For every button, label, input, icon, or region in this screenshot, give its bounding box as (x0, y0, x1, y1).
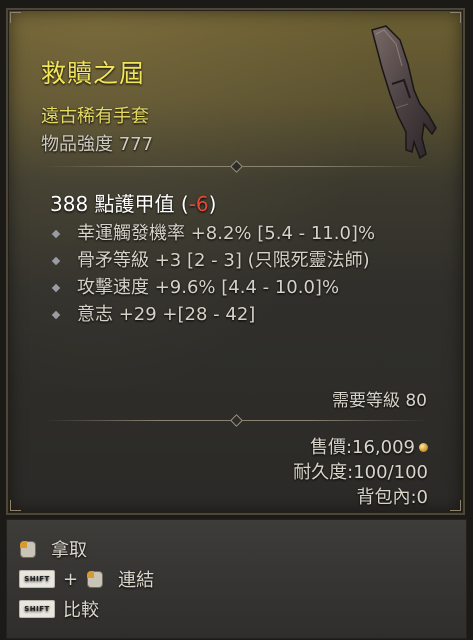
shift-key-icon: SHIFT (19, 570, 55, 588)
plus-sign: + (63, 568, 79, 590)
affix-text: 攻擊速度 +9.6% [4.4 - 10.0]% (77, 277, 340, 298)
armor-label: 點護甲值 (94, 192, 175, 216)
affix-item: 幸運觸發機率 +8.2% [5.4 - 11.0]% (50, 220, 430, 247)
item-power: 物品強度 777 (41, 130, 153, 156)
durability: 耐久度:100/100 (293, 462, 428, 483)
hint-link[interactable]: SHIFT + 連結 (19, 566, 154, 592)
sell-value-row: 售價:16,009 (293, 435, 428, 460)
frame-corner (10, 500, 21, 511)
item-meta: 售價:16,009 耐久度:100/100 背包內:0 (293, 435, 428, 510)
action-hint-panel: 拿取 SHIFT + 連結 SHIFT 比較 (6, 519, 467, 639)
section-divider (43, 160, 428, 173)
mouse-left-click-icon (19, 541, 37, 558)
frame-corner (450, 500, 461, 511)
hint-pickup-label: 拿取 (51, 540, 87, 561)
affix-text: 骨矛等級 +3 [2 - 3] (只限死靈法師) (77, 250, 370, 271)
affix-item: 骨矛等級 +3 [2 - 3] (只限死靈法師) (50, 247, 430, 274)
armor-value: 388 (50, 192, 89, 216)
frame-corner (450, 12, 461, 23)
affix-item: 意志 +29 +[28 - 42] (50, 301, 430, 328)
diamond-bullet-icon (51, 229, 61, 239)
hint-link-label: 連結 (118, 570, 155, 591)
hint-compare[interactable]: SHIFT 比較 (19, 596, 99, 622)
diamond-bullet-icon (51, 283, 61, 293)
diamond-bullet-icon (51, 310, 61, 320)
shift-key-icon: SHIFT (19, 600, 55, 618)
affix-list: 幸運觸發機率 +8.2% [5.4 - 11.0]% 骨矛等級 +3 [2 - … (50, 220, 430, 328)
mouse-left-click-icon (86, 571, 104, 588)
hint-compare-label: 比較 (63, 600, 99, 621)
hint-pickup[interactable]: 拿取 (19, 536, 87, 562)
affix-item: 攻擊速度 +9.6% [4.4 - 10.0]% (50, 274, 430, 301)
sell-value: 售價:16,009 (309, 437, 415, 458)
item-tooltip: 救贖之屆 遠古稀有手套 物品強度 777 388 點護甲值 (-6) 幸運觸發機… (6, 8, 465, 515)
armor-stat: 388 點護甲值 (-6) (50, 188, 216, 217)
section-divider (43, 414, 428, 427)
armor-open-paren: ( (180, 192, 189, 216)
affix-text: 意志 +29 +[28 - 42] (77, 304, 256, 325)
gloves-icon (371, 25, 437, 160)
armor-delta: -6 (188, 192, 209, 216)
affix-text: 幸運觸發機率 +8.2% [5.4 - 11.0]% (77, 223, 376, 244)
item-name: 救贖之屆 (41, 59, 146, 88)
armor-close-paren: ) (208, 192, 217, 216)
gold-coin-icon (419, 443, 428, 452)
item-rarity-type: 遠古稀有手套 (41, 106, 149, 127)
in-bag-count: 背包內:0 (356, 487, 428, 508)
item-power-value: 777 (118, 134, 154, 155)
item-power-label: 物品強度 (41, 134, 113, 155)
frame-corner (10, 12, 21, 23)
diamond-bullet-icon (51, 256, 61, 266)
level-requirement: 需要等級 80 (331, 391, 427, 411)
